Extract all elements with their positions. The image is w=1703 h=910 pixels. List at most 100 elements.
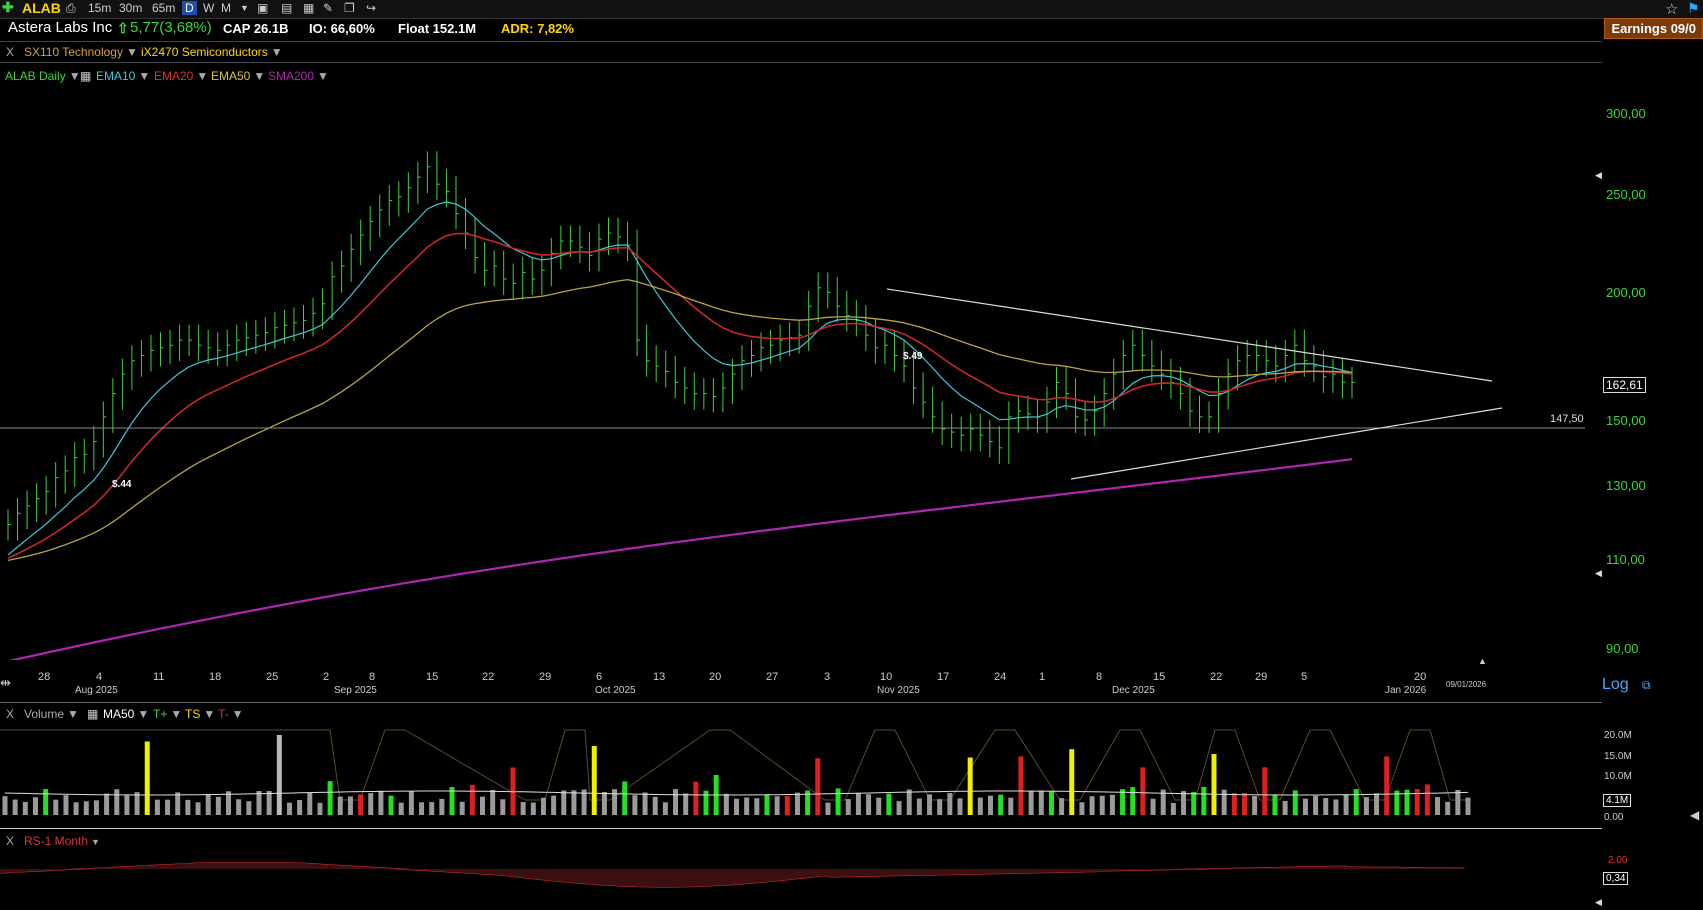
star-icon[interactable]: ☆ — [1665, 0, 1678, 18]
volume-chart[interactable] — [0, 720, 1480, 820]
volume-tick: 10.0M — [1604, 771, 1632, 782]
chart-type-icon[interactable]: ▣ — [257, 1, 268, 15]
volume-bar — [408, 791, 414, 815]
volume-bar — [500, 799, 506, 815]
volume-bar — [1231, 793, 1237, 815]
pane-divider[interactable] — [0, 702, 1602, 703]
pane-divider[interactable] — [0, 828, 1602, 829]
x-day-label: 15 — [1153, 671, 1166, 683]
volume-bar — [591, 745, 597, 815]
cursor-date: 09/01/2026 — [1446, 680, 1487, 689]
price-change: 5,77(3,68%) — [130, 19, 212, 36]
volume-bar — [419, 802, 425, 815]
volume-bar — [1455, 789, 1461, 815]
log-scale-toggle[interactable]: Log — [1602, 676, 1629, 694]
scroll-left-icon[interactable]: ◀ — [1595, 568, 1602, 579]
volume-bar — [967, 757, 973, 815]
volume-bar — [1069, 749, 1075, 815]
close-icon[interactable]: X — [6, 707, 14, 721]
ts-label[interactable]: TS ▼ — [185, 707, 215, 721]
x-day-label: 17 — [937, 671, 950, 683]
chevron-down-icon[interactable]: ▼ — [240, 3, 249, 13]
volume-bar — [784, 796, 790, 815]
draw-pencil-icon[interactable]: ✎ — [323, 1, 333, 15]
x-day-label: 2 — [323, 671, 330, 683]
volume-bar — [43, 789, 49, 815]
volume-bar — [815, 758, 821, 815]
volume-bar — [703, 790, 709, 815]
sma200-line — [8, 458, 1353, 660]
ema10-line — [7, 201, 1353, 556]
flag-icon[interactable]: ⚑ — [1687, 0, 1700, 17]
price-chart[interactable] — [0, 80, 1602, 660]
earnings-marker[interactable]: $.44 — [112, 479, 131, 490]
scroll-up-icon[interactable]: ▲ — [1478, 656, 1487, 666]
notes-icon[interactable]: ❐ — [344, 1, 355, 15]
volume-bar — [22, 801, 28, 815]
industry-link[interactable]: iX2470 Semiconductors ▼ — [141, 45, 283, 59]
sector-link[interactable]: SX110 Technology ▼ — [24, 45, 138, 59]
volume-bar — [368, 793, 374, 815]
institutional-ownership: IO: 66,60% — [309, 21, 375, 36]
ticker-symbol[interactable]: ALAB — [22, 0, 61, 16]
scroll-left-icon[interactable]: ◀ — [1690, 808, 1699, 822]
rs-tick: 2.00 — [1608, 855, 1628, 866]
volume-bar — [388, 795, 394, 815]
close-icon[interactable]: X — [6, 45, 14, 59]
rs-chart[interactable] — [0, 845, 1480, 905]
volume-bar — [693, 781, 699, 815]
t-minus-label[interactable]: T- ▼ — [218, 707, 244, 721]
timeframe-weekly[interactable]: W — [203, 1, 214, 15]
volume-bar — [347, 796, 353, 815]
timeframe-30m[interactable]: 30m — [119, 1, 142, 15]
x-day-label: 1 — [1039, 671, 1046, 683]
print-icon[interactable]: ⎙ — [66, 1, 76, 16]
volume-bar — [256, 790, 262, 815]
volume-bar — [32, 797, 38, 815]
volume-bar — [1120, 789, 1126, 815]
x-day-label: 10 — [880, 671, 893, 683]
volume-bar — [1099, 795, 1105, 815]
x-day-label: 29 — [1255, 671, 1268, 683]
volume-bar — [1221, 789, 1227, 815]
resize-icon[interactable]: ⇹ — [0, 675, 11, 691]
volume-bar — [662, 802, 668, 815]
grid-icon[interactable]: ▦ — [303, 1, 314, 15]
volume-bar — [1363, 797, 1369, 815]
ma50-label[interactable]: MA50 ▼ — [103, 707, 149, 721]
volume-bar — [754, 798, 760, 815]
volume-bar — [561, 790, 567, 815]
x-day-label: 18 — [209, 671, 222, 683]
volume-bar — [987, 795, 993, 815]
add-icon[interactable]: ✚ — [2, 0, 14, 16]
volume-bar — [398, 802, 404, 815]
share-icon[interactable]: ↪ — [366, 1, 376, 15]
volume-bar — [297, 799, 303, 815]
timeframe-15m[interactable]: 15m — [88, 1, 111, 15]
earnings-marker[interactable]: $.49 — [903, 351, 922, 362]
volume-bar — [723, 793, 729, 815]
y-tick: 250,00 — [1606, 187, 1646, 202]
timeframe-daily[interactable]: D — [182, 1, 197, 15]
expand-icon[interactable]: ⧉ — [1642, 678, 1651, 693]
timeframe-65m[interactable]: 65m — [152, 1, 175, 15]
volume-bar — [195, 802, 201, 815]
volume-label[interactable]: Volume ▼ — [24, 707, 79, 721]
volume-bar — [1252, 796, 1258, 815]
volume-bar — [236, 799, 242, 815]
x-day-label: 22 — [482, 671, 495, 683]
volume-bar — [1424, 784, 1430, 815]
volume-bar — [1181, 791, 1187, 815]
settings-grid-icon[interactable]: ▦ — [87, 707, 98, 721]
earnings-badge[interactable]: Earnings 09/0 — [1604, 18, 1703, 39]
scroll-left-icon[interactable]: ◀ — [1595, 897, 1602, 908]
timeframe-monthly[interactable]: M — [221, 1, 231, 15]
scroll-left-icon[interactable]: ◀ — [1595, 170, 1602, 181]
x-day-label: 29 — [539, 671, 552, 683]
bar-chart-icon[interactable]: ▤ — [281, 1, 292, 15]
x-day-label: 24 — [994, 671, 1007, 683]
volume-bar — [480, 796, 486, 815]
rs-current-value: 0,34 — [1603, 872, 1629, 885]
t-plus-label[interactable]: T+ ▼ — [153, 707, 182, 721]
volume-bar — [1241, 792, 1247, 815]
